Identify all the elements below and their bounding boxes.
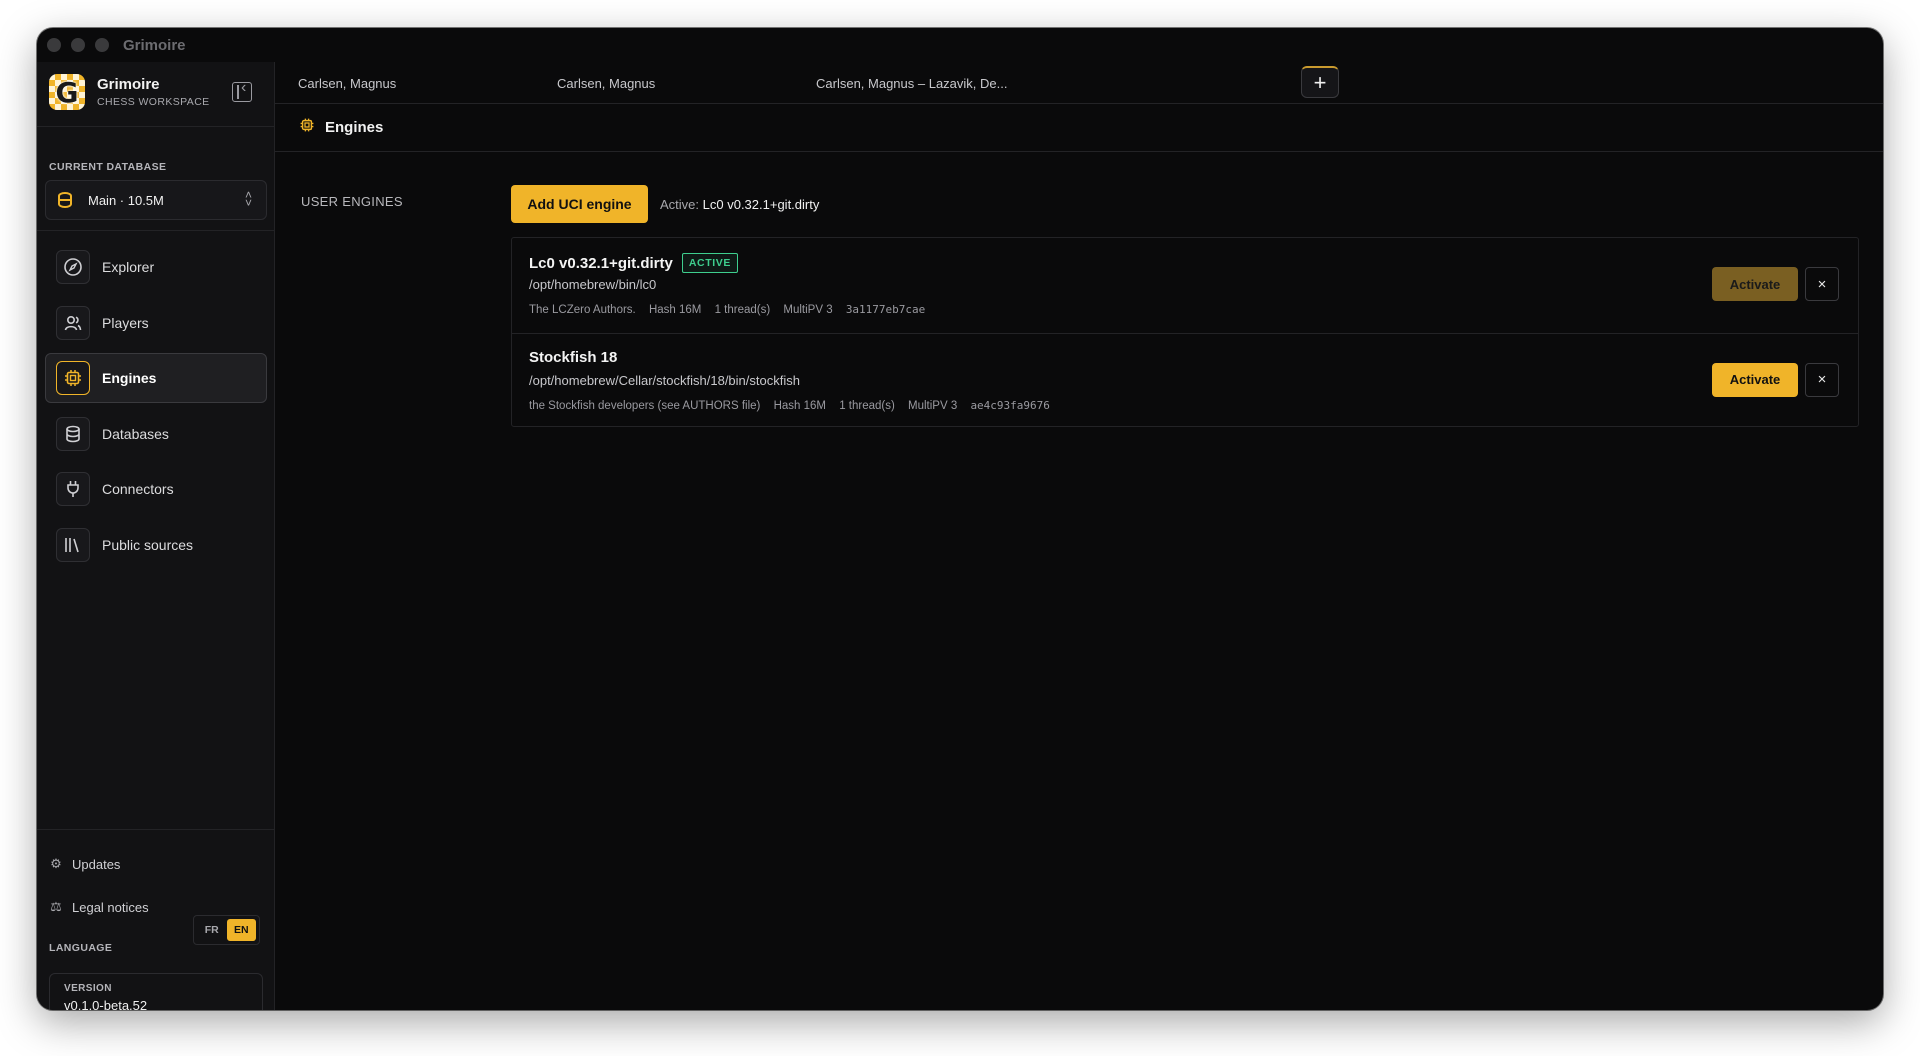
- sidebar-item-players[interactable]: Players: [45, 298, 267, 348]
- zoom-window-button[interactable]: [95, 38, 109, 52]
- sidebar-item-label: Players: [102, 314, 149, 331]
- engine-threads: 1 thread(s): [714, 304, 771, 316]
- title-bar: Grimoire: [37, 28, 1883, 62]
- sidebar-item-label: Engines: [102, 370, 157, 386]
- language-option-en[interactable]: EN: [226, 919, 256, 941]
- database-icon: [58, 192, 72, 208]
- updates-label: Updates: [72, 856, 121, 872]
- plus-icon: +: [1313, 69, 1327, 95]
- version-value: v0.1.0-beta.52: [64, 998, 148, 1010]
- engines-content: USER ENGINES Add UCI engine Active: Lc0 …: [275, 152, 1883, 1010]
- cpu-icon: [56, 361, 90, 395]
- close-icon: ×: [1817, 275, 1827, 293]
- divider: [37, 230, 274, 231]
- close-window-button[interactable]: [47, 38, 61, 52]
- engine-name: Lc0 v0.32.1+git.dirty: [529, 254, 673, 272]
- tab-bar: Carlsen, Magnus Carlsen, Magnus Carlsen,…: [275, 62, 1883, 104]
- divider: [37, 126, 274, 127]
- plug-icon: [56, 472, 90, 506]
- active-badge: ACTIVE: [681, 253, 738, 273]
- legal-notices-label: Legal notices: [72, 899, 149, 915]
- page-title: Engines: [325, 119, 384, 136]
- sidebar-item-engines[interactable]: Engines: [45, 353, 267, 403]
- gear-icon: ⚙: [50, 856, 62, 871]
- version-label: VERSION: [64, 983, 112, 994]
- database-icon: [56, 416, 90, 451]
- active-engine-status: Active: Lc0 v0.32.1+git.dirty: [660, 197, 819, 212]
- current-database-label: CURRENT DATABASE: [49, 161, 167, 173]
- engine-path: /opt/homebrew/Cellar/stockfish/18/bin/st…: [529, 372, 800, 388]
- sidebar-item-label: Databases: [102, 425, 169, 442]
- sidebar: G Grimoire CHESS WORKSPACE CURRENT DATAB…: [37, 62, 275, 1010]
- active-prefix: Active:: [660, 197, 700, 212]
- tab-game-3[interactable]: Carlsen, Magnus – Lazavik, De...: [816, 76, 1007, 91]
- chevron-updown-icon: ˄ ˅: [244, 188, 252, 210]
- remove-engine-button[interactable]: ×: [1805, 362, 1839, 397]
- tab-game-2[interactable]: Carlsen, Magnus: [557, 76, 655, 91]
- sidebar-item-label: Connectors: [102, 481, 174, 497]
- engine-name: Stockfish 18: [529, 348, 618, 366]
- close-icon: ×: [1817, 371, 1827, 388]
- library-icon: [56, 527, 90, 562]
- sidebar-nav: Explorer Players Engines Databases Conne…: [45, 242, 267, 575]
- remove-engine-button[interactable]: ×: [1805, 267, 1839, 301]
- engine-path: /opt/homebrew/bin/lc0: [529, 277, 657, 292]
- new-tab-button[interactable]: +: [1301, 66, 1339, 98]
- sidebar-item-public-sources[interactable]: Public sources: [45, 520, 267, 570]
- engine-id: 3a1177eb7cae: [845, 303, 926, 316]
- minimize-window-button[interactable]: [71, 38, 85, 52]
- window-title: Grimoire: [123, 36, 186, 54]
- engine-meta: The LCZero Authors. Hash 16M 1 thread(s)…: [529, 303, 935, 316]
- database-select[interactable]: Main · 10.5M ˄ ˅: [45, 180, 267, 220]
- compass-icon: [56, 250, 90, 284]
- engine-author: The LCZero Authors.: [529, 304, 636, 316]
- window-controls: [47, 38, 109, 52]
- active-engine-name: Lc0 v0.32.1+git.dirty: [702, 197, 820, 212]
- engine-meta: the Stockfish developers (see AUTHORS fi…: [529, 399, 1060, 412]
- collapse-sidebar-icon[interactable]: [232, 79, 252, 102]
- sidebar-item-connectors[interactable]: Connectors: [45, 464, 267, 514]
- activate-button[interactable]: Activate: [1712, 362, 1798, 397]
- legal-notices-link[interactable]: ⚖ Legal notices: [49, 899, 149, 915]
- activate-button[interactable]: Activate: [1712, 267, 1798, 301]
- engine-author: the Stockfish developers (see AUTHORS fi…: [529, 399, 761, 412]
- engine-id: ae4c93fa9676: [970, 398, 1050, 412]
- updates-link[interactable]: ⚙ Updates: [49, 856, 120, 872]
- divider: [37, 829, 274, 830]
- sidebar-item-label: Explorer: [102, 259, 155, 275]
- page-header: Engines: [275, 104, 1883, 152]
- engine-list: Lc0 v0.32.1+git.dirty ACTIVE /opt/homebr…: [511, 237, 1859, 427]
- brand-name: Grimoire: [97, 76, 160, 93]
- brand: G Grimoire CHESS WORKSPACE: [49, 74, 210, 110]
- engine-row: Stockfish 18 /opt/homebrew/Cellar/stockf…: [512, 332, 1858, 428]
- app-window: Grimoire G Grimoire CHESS WORKSPACE CURR…: [37, 28, 1883, 1010]
- engine-hash: Hash 16M: [773, 399, 826, 412]
- language-option-fr[interactable]: FR: [197, 919, 227, 941]
- engine-multipv: MultiPV 3: [908, 399, 958, 412]
- engine-threads: 1 thread(s): [839, 399, 895, 412]
- language-label: LANGUAGE: [49, 942, 113, 954]
- brand-subtitle: CHESS WORKSPACE: [97, 96, 210, 108]
- cpu-icon: [299, 117, 315, 138]
- engine-multipv: MultiPV 3: [783, 304, 833, 316]
- engine-row: Lc0 v0.32.1+git.dirty ACTIVE /opt/homebr…: [512, 238, 1858, 333]
- user-engines-label: USER ENGINES: [301, 194, 403, 209]
- engine-hash: Hash 16M: [648, 304, 702, 316]
- add-uci-engine-button[interactable]: Add UCI engine: [511, 185, 648, 223]
- sidebar-item-explorer[interactable]: Explorer: [45, 242, 267, 292]
- version-box: VERSION v0.1.0-beta.52: [49, 973, 263, 1010]
- database-select-value: Main · 10.5M: [88, 192, 164, 208]
- grimoire-logo-icon: G: [49, 74, 85, 110]
- language-toggle: FR EN: [193, 915, 260, 945]
- tab-game-1[interactable]: Carlsen, Magnus: [298, 76, 396, 91]
- sidebar-item-databases[interactable]: Databases: [45, 409, 267, 459]
- users-icon: [56, 305, 90, 340]
- sidebar-item-label: Public sources: [102, 536, 194, 553]
- scale-icon: ⚖: [50, 899, 62, 914]
